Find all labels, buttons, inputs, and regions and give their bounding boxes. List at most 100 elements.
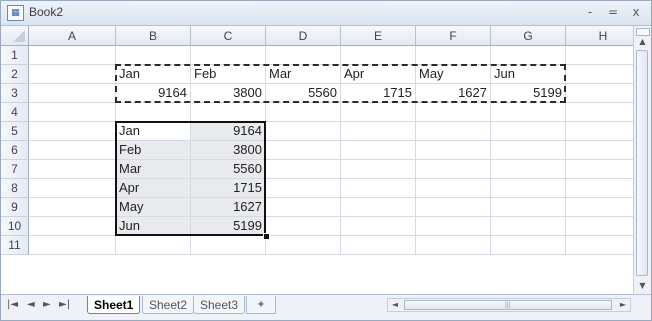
- cell-a3[interactable]: [29, 84, 116, 103]
- cell-f11[interactable]: [416, 236, 491, 255]
- last-sheet-icon[interactable]: ►|: [59, 299, 70, 310]
- cell-e8[interactable]: [341, 179, 416, 198]
- next-sheet-icon[interactable]: ►: [43, 299, 51, 310]
- prev-sheet-icon[interactable]: ◄: [27, 299, 35, 310]
- column-header-f[interactable]: F: [416, 26, 491, 46]
- cell-c9[interactable]: 1627: [191, 198, 266, 217]
- cell-h5[interactable]: [566, 122, 641, 141]
- cell-c11[interactable]: [191, 236, 266, 255]
- cell-h9[interactable]: [566, 198, 641, 217]
- row-header-6[interactable]: 6: [1, 141, 29, 160]
- cell-f2[interactable]: May: [416, 65, 491, 84]
- cell-f3[interactable]: 1627: [416, 84, 491, 103]
- cell-c1[interactable]: [191, 46, 266, 65]
- cell-h1[interactable]: [566, 46, 641, 65]
- column-header-a[interactable]: A: [29, 26, 116, 46]
- cell-a10[interactable]: [29, 217, 116, 236]
- cell-a2[interactable]: [29, 65, 116, 84]
- cell-a4[interactable]: [29, 103, 116, 122]
- cell-a1[interactable]: [29, 46, 116, 65]
- column-header-g[interactable]: G: [491, 26, 566, 46]
- vertical-scrollbar[interactable]: ▲ ▼: [633, 26, 651, 294]
- cell-d8[interactable]: [266, 179, 341, 198]
- cell-g11[interactable]: [491, 236, 566, 255]
- cell-f1[interactable]: [416, 46, 491, 65]
- cell-b5[interactable]: Jan: [116, 122, 191, 141]
- cell-d5[interactable]: [266, 122, 341, 141]
- tab-sheet1[interactable]: Sheet1: [87, 296, 141, 314]
- cell-d3[interactable]: 5560: [266, 84, 341, 103]
- cell-a9[interactable]: [29, 198, 116, 217]
- restore-button[interactable]: =: [604, 4, 622, 20]
- cell-c7[interactable]: 5560: [191, 160, 266, 179]
- insert-sheet-icon[interactable]: ✦: [246, 296, 276, 314]
- cell-e5[interactable]: [341, 122, 416, 141]
- cell-a7[interactable]: [29, 160, 116, 179]
- cell-g6[interactable]: [491, 141, 566, 160]
- cell-c8[interactable]: 1715: [191, 179, 266, 198]
- row-header-3[interactable]: 3: [1, 84, 29, 103]
- row-header-10[interactable]: 10: [1, 217, 29, 236]
- scroll-down-arrow-icon[interactable]: ▼: [634, 280, 651, 292]
- cell-b9[interactable]: May: [116, 198, 191, 217]
- select-all-corner[interactable]: [1, 26, 29, 46]
- cell-e11[interactable]: [341, 236, 416, 255]
- worksheet-grid[interactable]: A B C D E F G H 1 2 3 4 5 6 7 8 9 10 11 Jan Feb Mar Apr May Jun 9…: [1, 26, 651, 294]
- cell-e10[interactable]: [341, 217, 416, 236]
- cell-d6[interactable]: [266, 141, 341, 160]
- row-header-8[interactable]: 8: [1, 179, 29, 198]
- cell-h3[interactable]: [566, 84, 641, 103]
- column-header-d[interactable]: D: [266, 26, 341, 46]
- cell-h10[interactable]: [566, 217, 641, 236]
- scroll-left-arrow-icon[interactable]: ◄: [388, 299, 402, 311]
- cell-f6[interactable]: [416, 141, 491, 160]
- fill-handle[interactable]: [263, 233, 270, 240]
- cell-d2[interactable]: Mar: [266, 65, 341, 84]
- cell-f4[interactable]: [416, 103, 491, 122]
- cell-e4[interactable]: [341, 103, 416, 122]
- cell-g7[interactable]: [491, 160, 566, 179]
- horizontal-scrollbar[interactable]: ◄ ||| ►: [387, 298, 631, 312]
- first-sheet-icon[interactable]: |◄: [7, 299, 18, 310]
- cell-d7[interactable]: [266, 160, 341, 179]
- row-header-9[interactable]: 9: [1, 198, 29, 217]
- cell-f8[interactable]: [416, 179, 491, 198]
- cell-d9[interactable]: [266, 198, 341, 217]
- cell-d11[interactable]: [266, 236, 341, 255]
- cell-a8[interactable]: [29, 179, 116, 198]
- cell-d4[interactable]: [266, 103, 341, 122]
- scroll-right-arrow-icon[interactable]: ►: [616, 299, 630, 311]
- cell-h7[interactable]: [566, 160, 641, 179]
- cell-b7[interactable]: Mar: [116, 160, 191, 179]
- cell-b8[interactable]: Apr: [116, 179, 191, 198]
- tab-sheet3[interactable]: Sheet3: [193, 296, 246, 314]
- column-header-b[interactable]: B: [116, 26, 191, 46]
- cell-a5[interactable]: [29, 122, 116, 141]
- cell-e3[interactable]: 1715: [341, 84, 416, 103]
- cell-e2[interactable]: Apr: [341, 65, 416, 84]
- cell-h2[interactable]: [566, 65, 641, 84]
- row-header-2[interactable]: 2: [1, 65, 29, 84]
- cell-f10[interactable]: [416, 217, 491, 236]
- row-header-1[interactable]: 1: [1, 46, 29, 65]
- cell-h4[interactable]: [566, 103, 641, 122]
- column-header-h[interactable]: H: [566, 26, 641, 46]
- close-button[interactable]: x: [627, 4, 645, 20]
- cell-c4[interactable]: [191, 103, 266, 122]
- cell-g1[interactable]: [491, 46, 566, 65]
- cell-f5[interactable]: [416, 122, 491, 141]
- cell-g3[interactable]: 5199: [491, 84, 566, 103]
- cell-c3[interactable]: 3800: [191, 84, 266, 103]
- minimize-button[interactable]: -: [581, 4, 599, 20]
- cell-c2[interactable]: Feb: [191, 65, 266, 84]
- horizontal-scroll-thumb[interactable]: |||: [404, 300, 612, 310]
- cell-g8[interactable]: [491, 179, 566, 198]
- cell-b10[interactable]: Jun: [116, 217, 191, 236]
- cell-f9[interactable]: [416, 198, 491, 217]
- cell-c5[interactable]: 9164: [191, 122, 266, 141]
- cell-e1[interactable]: [341, 46, 416, 65]
- cell-h8[interactable]: [566, 179, 641, 198]
- cell-h6[interactable]: [566, 141, 641, 160]
- excel-doc-icon[interactable]: ▦: [7, 5, 24, 21]
- cell-b2[interactable]: Jan: [116, 65, 191, 84]
